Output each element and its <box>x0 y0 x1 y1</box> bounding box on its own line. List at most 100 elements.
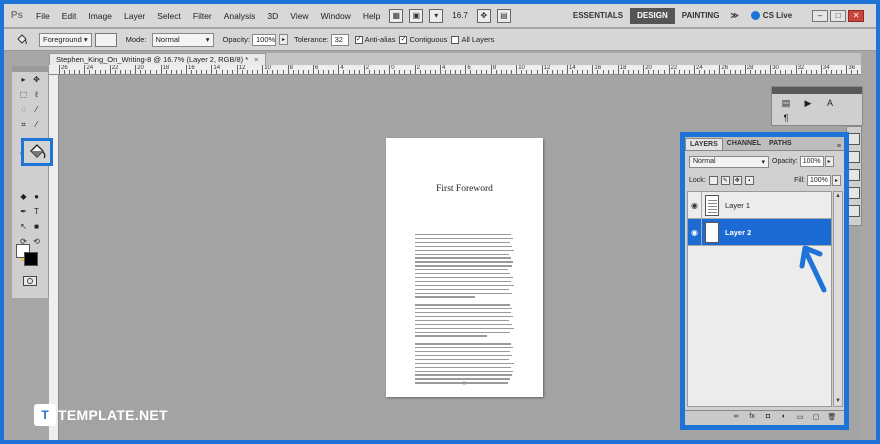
tolerance-input[interactable]: 32 <box>330 33 349 46</box>
bridge-icon[interactable]: ▦ <box>389 8 404 23</box>
menu-window[interactable]: Window <box>315 11 357 21</box>
visibility-eye-icon[interactable]: ◉ <box>688 191 702 219</box>
antialias-checkbox[interactable]: ✓ <box>354 35 363 44</box>
menu-analysis[interactable]: Analysis <box>218 11 262 21</box>
document-page[interactable]: First Foreword 5 <box>386 138 543 397</box>
panel-menu-icon[interactable]: ≡ <box>837 143 841 150</box>
layers-scrollbar[interactable]: ▲ ▼ <box>833 191 843 407</box>
cs-live-button[interactable]: CS Live <box>750 11 792 20</box>
fill-source-select[interactable]: Foreground ▾ <box>39 32 92 47</box>
menu-layer[interactable]: Layer <box>118 11 151 21</box>
ruler-tick <box>333 70 335 74</box>
navigator-panel-icon[interactable] <box>848 205 860 217</box>
ruler-tick <box>770 65 772 74</box>
styles-panel-icon[interactable] <box>848 151 860 163</box>
layer-opacity-input[interactable]: 100% <box>799 156 824 167</box>
workspace-design[interactable]: DESIGN <box>630 7 675 24</box>
fill-arrow-icon[interactable]: ▸ <box>832 175 841 186</box>
crop-tool-icon[interactable]: ⌗ <box>17 118 30 131</box>
move-arrows-icon[interactable]: ✥ <box>30 73 43 86</box>
layer-style-icon[interactable]: fx <box>746 413 758 423</box>
scroll-down-icon[interactable]: ▼ <box>834 397 842 406</box>
opacity-input[interactable]: 100% <box>252 33 277 46</box>
blend-mode-select[interactable]: Normal ▾ <box>689 155 769 168</box>
magic-wand-icon[interactable]: ⁄ <box>30 103 43 116</box>
workspace-essentials[interactable]: ESSENTIALS <box>566 8 630 24</box>
shape-tool-icon[interactable]: ■ <box>30 220 43 233</box>
delete-layer-icon[interactable]: 🗑 <box>826 413 838 423</box>
menu-filter[interactable]: Filter <box>187 11 218 21</box>
type-tool-icon[interactable]: T <box>30 205 43 218</box>
pattern-picker[interactable] <box>94 32 117 47</box>
history-icon[interactable]: ▤ <box>777 98 795 111</box>
lock-pixels-icon[interactable]: ✎ <box>720 176 730 185</box>
workspace-painting[interactable]: PAINTING <box>675 8 727 24</box>
new-group-icon[interactable]: ▭ <box>794 413 806 423</box>
background-color[interactable] <box>24 252 38 266</box>
tab-paths[interactable]: PATHS <box>765 138 796 150</box>
vertical-ruler[interactable] <box>49 75 59 440</box>
hand-tool-icon[interactable]: ✥ <box>476 8 491 23</box>
path-select-icon[interactable]: ↖ <box>17 220 30 233</box>
menu-image[interactable]: Image <box>82 11 118 21</box>
eyedropper-icon[interactable]: ⁄ <box>30 118 43 131</box>
lock-position-icon[interactable]: ✥ <box>732 176 742 185</box>
blur-tool-icon[interactable]: ◆ <box>17 190 30 203</box>
marquee-tool-icon[interactable]: ⬚ <box>17 88 30 101</box>
lock-all-icon[interactable]: ▪ <box>744 176 754 185</box>
close-icon[interactable]: ✕ <box>848 9 865 22</box>
lasso-icon[interactable]: ◌ <box>17 103 30 116</box>
menu-help[interactable]: Help <box>357 11 386 21</box>
horizontal-ruler[interactable]: 26 24 22 20 18 16 14 12 10 8 6 4 2 0 2 4 6 8 10 12 14 16 18 20 2… <box>49 65 861 75</box>
menu-3d[interactable]: 3D <box>261 11 284 21</box>
ruler-tick <box>526 70 528 74</box>
actions-icon[interactable]: ▶ <box>799 98 817 111</box>
paint-bucket-preset-icon[interactable] <box>14 32 30 48</box>
ruler-tick <box>765 70 767 74</box>
new-layer-icon[interactable]: ▢ <box>810 413 822 423</box>
dodge-tool-icon[interactable]: ● <box>30 190 43 203</box>
scroll-up-icon[interactable]: ▲ <box>834 192 842 201</box>
lasso-tool-icon[interactable]: ℓ <box>30 88 43 101</box>
arrange-documents-icon[interactable]: ▤ <box>496 8 511 23</box>
menu-edit[interactable]: Edit <box>56 11 83 21</box>
mode-select[interactable]: Normal ▾ <box>151 32 214 47</box>
zoom-level[interactable]: 16.7 <box>452 11 468 20</box>
quick-mask-button[interactable] <box>23 276 37 286</box>
all-layers-checkbox[interactable] <box>451 35 460 44</box>
menu-select[interactable]: Select <box>151 11 187 21</box>
contiguous-checkbox[interactable]: ✓ <box>399 35 408 44</box>
close-tab-icon[interactable]: × <box>254 55 258 64</box>
color-swatches[interactable] <box>16 244 46 270</box>
document-tab[interactable]: Stephen_King_On_Writing-8 @ 16.7% (Layer… <box>49 53 266 65</box>
pen-tool-icon[interactable]: ✒ <box>17 205 30 218</box>
view-extras-icon[interactable]: ▾ <box>429 8 444 23</box>
maximize-icon[interactable]: □ <box>830 9 847 22</box>
character-icon[interactable]: A <box>821 98 839 111</box>
move-tool-icon[interactable]: ▸ <box>17 73 30 86</box>
mini-bridge-icon[interactable]: ▣ <box>409 8 424 23</box>
opacity-arrow-icon[interactable]: ▸ <box>824 156 834 167</box>
paragraph-icon[interactable]: ¶ <box>777 113 795 126</box>
paint-bucket-tool-highlight[interactable] <box>21 138 53 166</box>
tab-channels[interactable]: CHANNEL <box>723 138 765 150</box>
menu-view[interactable]: View <box>284 11 314 21</box>
link-layers-icon[interactable]: ∞ <box>730 413 742 423</box>
layer-row-layer-1[interactable]: ◉ Layer 1 <box>688 191 831 219</box>
collapsed-panels-header[interactable] <box>772 87 862 94</box>
layer-thumbnail <box>705 194 719 216</box>
ruler-tick <box>455 70 457 74</box>
opacity-slider-arrow[interactable]: ▸ <box>279 34 289 45</box>
tab-layers[interactable]: LAYERS <box>685 138 723 150</box>
minimize-icon[interactable]: – <box>812 9 829 22</box>
visibility-eye-icon[interactable]: ◉ <box>688 218 702 246</box>
fill-input[interactable]: 100% <box>807 175 831 186</box>
adjustment-layer-icon[interactable]: ◐ <box>778 413 790 423</box>
swatches-panel-icon[interactable] <box>848 133 860 145</box>
menu-file[interactable]: File <box>30 11 56 21</box>
lock-transparency-icon[interactable] <box>708 176 718 185</box>
more-workspaces-icon[interactable]: ≫ <box>726 11 742 20</box>
masks-panel-icon[interactable] <box>848 187 860 199</box>
adjustments-panel-icon[interactable] <box>848 169 860 181</box>
add-mask-icon[interactable]: ◘ <box>762 413 774 423</box>
